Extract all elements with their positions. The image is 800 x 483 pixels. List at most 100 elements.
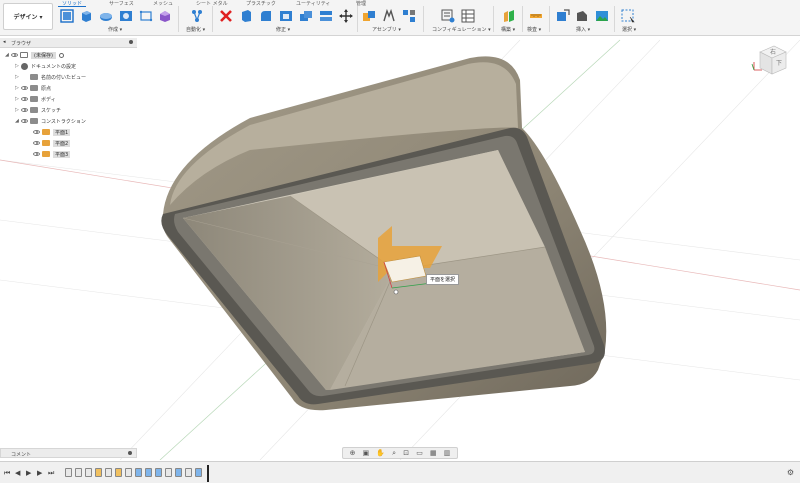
timeline-feature[interactable] [85,468,92,477]
insert-menu[interactable]: 挿入 ▾ [576,26,590,33]
measure-icon[interactable] [529,9,543,23]
workspace-switcher[interactable]: デザイン ▾ [3,3,53,30]
new-component-icon[interactable] [362,9,376,23]
hole-icon[interactable] [119,9,133,23]
timeline-feature[interactable] [75,468,82,477]
create-menu[interactable]: 作成 ▾ [108,26,122,33]
visibility-eye-icon[interactable] [21,97,28,101]
timeline-marker[interactable] [207,465,209,482]
folder-icon [30,85,38,91]
move-icon[interactable] [339,9,353,23]
comments-panel[interactable]: コメント [0,448,137,458]
fit-icon[interactable]: ⊡ [403,449,409,457]
separator [522,6,523,32]
tab-plastic[interactable]: プラスチック [246,0,276,7]
expand-arrow-icon[interactable]: ▷ [15,74,21,80]
visibility-eye-icon[interactable] [11,53,18,57]
as-built-joint-icon[interactable] [402,9,416,23]
timeline-feature[interactable] [95,468,102,477]
timeline-settings-gear-icon[interactable]: ⚙ [787,468,794,477]
timeline-feature[interactable] [155,468,162,477]
joint-icon[interactable] [382,9,396,23]
active-tab-indicator [58,6,86,7]
play-icon[interactable]: ▶ [26,469,31,477]
visibility-eye-icon[interactable] [21,108,28,112]
panel-pin-icon[interactable] [128,451,132,455]
construct-menu[interactable]: 構築 ▾ [501,26,515,33]
tree-item-plane3[interactable]: 平面3 [33,149,71,159]
viewports-icon[interactable]: ▥ [444,449,451,457]
sketch-rectangle-icon[interactable] [139,9,153,23]
tab-surface[interactable]: サーフェス [109,0,134,7]
tree-item-label: 平面3 [53,150,71,158]
folder-icon [30,118,38,124]
tab-mesh[interactable]: メッシュ [153,0,173,7]
panel-pin-icon[interactable] [129,40,133,44]
timeline-feature[interactable] [145,468,152,477]
collapse-icon[interactable]: ◂ [3,39,6,45]
tree-item-sketches[interactable]: ▷ スケッチ [15,105,61,115]
timeline-feature[interactable] [165,468,172,477]
shell-icon[interactable] [279,9,293,23]
orbit-icon[interactable]: ⊕ [350,449,356,457]
insert-canvas-icon[interactable] [595,9,609,23]
timeline-feature[interactable] [105,468,112,477]
tree-item-bodies[interactable]: ▷ ボディ [15,94,56,104]
combine-icon[interactable] [299,9,313,23]
grid-settings-icon[interactable]: ▦ [430,449,437,457]
folder-icon [30,74,38,80]
timeline-feature[interactable] [125,468,132,477]
tree-item-construction[interactable]: ◢ コンストラクション [15,116,86,126]
delete-icon[interactable] [219,9,233,23]
tree-item-origin[interactable]: ▷ 原点 [15,83,51,93]
go-to-start-icon[interactable]: ⏮ [4,469,10,478]
configuration-table-icon[interactable] [461,9,475,23]
configure-icon[interactable] [441,9,455,23]
look-at-icon[interactable]: ▣ [363,449,370,457]
assemble-menu[interactable]: アセンブリ ▾ [372,26,401,33]
automate-icon[interactable] [190,9,204,23]
select-menu[interactable]: 選択 ▾ [622,26,636,33]
visibility-eye-icon[interactable] [33,152,40,156]
timeline-feature[interactable] [65,468,72,477]
viewcube-front-label: 下 [776,60,782,67]
tree-item-plane1[interactable]: 平面1 [33,127,71,137]
extrude-icon[interactable] [79,9,93,23]
pan-icon[interactable]: ✋ [376,449,385,457]
configure-menu[interactable]: コンフィギュレーション ▾ [432,26,491,33]
visibility-eye-icon[interactable] [33,130,40,134]
select-icon[interactable] [621,9,635,23]
timeline-feature[interactable] [135,468,142,477]
display-settings-icon[interactable]: ▭ [416,449,423,457]
timeline-feature[interactable] [115,468,122,477]
viewcube[interactable]: 右 下 [750,40,794,84]
timeline-feature[interactable] [195,468,202,477]
split-body-icon[interactable] [319,9,333,23]
activate-radio-icon[interactable] [58,52,64,58]
timeline-feature[interactable] [175,468,182,477]
modify-menu[interactable]: 修正 ▾ [276,26,290,33]
timeline-feature[interactable] [185,468,192,477]
insert-svg-icon[interactable] [575,9,589,23]
tree-item-document-settings[interactable]: ▷ ドキュメントの設定 [15,61,76,71]
tree-item-named-views[interactable]: ▷ 名前の付いたビュー [15,72,86,82]
insert-derive-icon[interactable] [556,9,570,23]
visibility-eye-icon[interactable] [21,119,28,123]
tab-utility[interactable]: ユーティリティ [296,0,330,7]
go-to-end-icon[interactable]: ⏭ [48,469,54,478]
revolve-icon[interactable] [99,9,113,23]
step-back-icon[interactable]: ◀ [15,469,20,477]
offset-plane-icon[interactable] [502,9,516,23]
step-forward-icon[interactable]: ▶ [37,469,42,477]
new-sketch-icon[interactable] [60,9,74,23]
box-primitive-icon[interactable] [158,9,172,23]
tree-item-plane2[interactable]: 平面2 [33,138,71,148]
press-pull-icon[interactable] [239,9,253,23]
inspect-menu[interactable]: 検査 ▾ [527,26,541,33]
tree-item-root[interactable]: ◢ (未保存) [5,50,64,60]
fillet-icon[interactable] [259,9,273,23]
automate-menu[interactable]: 自動化 ▾ [186,26,205,33]
visibility-eye-icon[interactable] [33,141,40,145]
visibility-eye-icon[interactable] [21,86,28,90]
zoom-icon[interactable]: ⌕ [392,449,396,458]
